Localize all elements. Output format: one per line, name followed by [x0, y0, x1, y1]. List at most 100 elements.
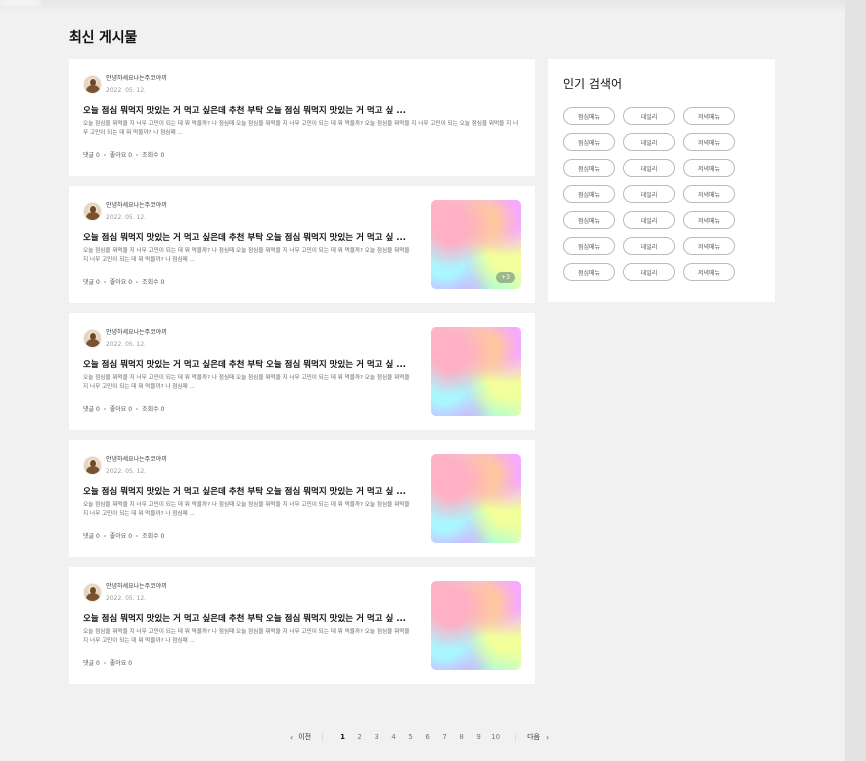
page-3-button[interactable]: 3: [368, 733, 385, 741]
popular-search-panel: 인기 검색어 점심메뉴 데일리 저녁메뉴 점심메뉴 데일리 저녁메뉴 점심메뉴 데일리 저녁메뉴…: [548, 59, 775, 302]
avatar: [83, 329, 102, 348]
separator-dot: [136, 153, 139, 156]
view-count: 조회수 0: [142, 533, 165, 540]
post-author: 안녕하세요나는주코야끼 2022. 05. 12.: [83, 200, 167, 223]
post-thumbnail[interactable]: [431, 327, 521, 416]
search-tag[interactable]: 저녁메뉴: [683, 263, 735, 281]
pagination: ‹ 이전 1 2 3 4 5 6 7 8 9 10 다음 ›: [290, 732, 549, 742]
comment-count: 댓글 0: [83, 152, 100, 159]
page-10-button[interactable]: 10: [487, 733, 504, 741]
search-tag[interactable]: 점심메뉴: [563, 185, 615, 203]
search-tag[interactable]: 데일리: [623, 159, 675, 177]
avatar: [83, 583, 102, 602]
page-4-button[interactable]: 4: [385, 733, 402, 741]
separator-dot: [103, 407, 106, 410]
section-title: 최신 게시물: [69, 30, 138, 46]
search-tag[interactable]: 저녁메뉴: [683, 133, 735, 151]
comment-count: 댓글 0: [83, 660, 100, 667]
author-info: 안녕하세요나는주코야끼 2022. 05. 12.: [106, 327, 167, 350]
separator-dot: [136, 407, 139, 410]
popular-search-title: 인기 검색어: [563, 77, 623, 91]
comment-count: 댓글 0: [83, 533, 100, 540]
post-date: 2022. 05. 12.: [106, 468, 147, 475]
chevron-right-icon: ›: [545, 732, 550, 742]
tag-list: 점심메뉴 데일리 저녁메뉴 점심메뉴 데일리 저녁메뉴 점심메뉴 데일리 저녁메뉴 점심메뉴 데일리…: [563, 107, 735, 281]
author-info: 안녕하세요나는주코야끼 2022. 05. 12.: [106, 581, 167, 604]
top-shadow: [0, 0, 845, 14]
search-tag[interactable]: 데일리: [623, 237, 675, 255]
post-title[interactable]: 오늘 점심 뭐먹지 맛있는 거 먹고 싶은데 추천 부탁 오늘 점심 뭐먹지 맛…: [83, 231, 413, 243]
page-1-button[interactable]: 1: [334, 733, 351, 741]
search-tag[interactable]: 점심메뉴: [563, 237, 615, 255]
like-count: 좋아요 0: [109, 533, 133, 540]
post-excerpt: 오늘 점심을 뭐먹을 지 너무 고민이 되는 데 뭐 먹을까? 나 점심때 오늘…: [83, 248, 410, 263]
post-card[interactable]: 안녕하세요나는주코야끼 2022. 05. 12. 오늘 점심 뭐먹지 맛있는 …: [69, 59, 535, 176]
divider: [515, 732, 517, 742]
author-name: 안녕하세요나는주코야끼: [106, 75, 167, 82]
search-tag[interactable]: 점심메뉴: [563, 263, 615, 281]
post-author: 안녕하세요나는주코야끼 2022. 05. 12.: [83, 454, 167, 477]
post-excerpt: 오늘 점심을 뭐먹을 지 너무 고민이 되는 데 뭐 먹을까? 나 점심때 오늘…: [83, 629, 410, 644]
post-card[interactable]: 안녕하세요나는주코야끼 2022. 05. 12. 오늘 점심 뭐먹지 맛있는 …: [69, 313, 535, 430]
post-stats: 댓글 0 좋아요 0 조회수 0: [83, 404, 164, 413]
post-date: 2022. 05. 12.: [106, 595, 147, 602]
post-thumbnail[interactable]: [431, 454, 521, 543]
like-count: 좋아요 0: [109, 152, 133, 159]
search-tag[interactable]: 점심메뉴: [563, 133, 615, 151]
post-thumbnail[interactable]: +3: [431, 200, 521, 289]
search-tag[interactable]: 점심메뉴: [563, 211, 615, 229]
page-2-button[interactable]: 2: [351, 733, 368, 741]
prev-page-button[interactable]: ‹ 이전: [290, 732, 311, 742]
post-card[interactable]: 안녕하세요나는주코야끼 2022. 05. 12. 오늘 점심 뭐먹지 맛있는 …: [69, 440, 535, 557]
search-tag[interactable]: 저녁메뉴: [683, 185, 735, 203]
search-tag[interactable]: 데일리: [623, 211, 675, 229]
scrollbar-track[interactable]: [845, 0, 866, 761]
post-title[interactable]: 오늘 점심 뭐먹지 맛있는 거 먹고 싶은데 추천 부탁 오늘 점심 뭐먹지 맛…: [83, 612, 413, 624]
post-card[interactable]: 안녕하세요나는주코야끼 2022. 05. 12. 오늘 점심 뭐먹지 맛있는 …: [69, 567, 535, 684]
next-page-button[interactable]: 다음 ›: [527, 732, 549, 742]
separator-dot: [103, 153, 106, 156]
post-author: 안녕하세요나는주코야끼 2022. 05. 12.: [83, 327, 167, 350]
separator-dot: [103, 661, 106, 664]
separator-dot: [103, 534, 106, 537]
search-tag[interactable]: 데일리: [623, 185, 675, 203]
search-tag[interactable]: 데일리: [623, 107, 675, 125]
post-stats: 댓글 0 좋아요 0 조회수 0: [83, 531, 164, 540]
view-count: 조회수 0: [142, 152, 165, 159]
author-name: 안녕하세요나는주코야끼: [106, 583, 167, 590]
search-tag[interactable]: 저녁메뉴: [683, 237, 735, 255]
page-9-button[interactable]: 9: [470, 733, 487, 741]
search-tag[interactable]: 점심메뉴: [563, 107, 615, 125]
comment-count: 댓글 0: [83, 279, 100, 286]
page-6-button[interactable]: 6: [419, 733, 436, 741]
post-title[interactable]: 오늘 점심 뭐먹지 맛있는 거 먹고 싶은데 추천 부탁 오늘 점심 뭐먹지 맛…: [83, 485, 413, 497]
avatar: [83, 75, 102, 94]
post-author: 안녕하세요나는주코야끼 2022. 05. 12.: [83, 73, 167, 96]
search-tag[interactable]: 저녁메뉴: [683, 159, 735, 177]
author-info: 안녕하세요나는주코야끼 2022. 05. 12.: [106, 200, 167, 223]
search-tag[interactable]: 저녁메뉴: [683, 211, 735, 229]
search-tag[interactable]: 데일리: [623, 263, 675, 281]
post-stats: 댓글 0 좋아요 0: [83, 658, 132, 667]
page-5-button[interactable]: 5: [402, 733, 419, 741]
post-title[interactable]: 오늘 점심 뭐먹지 맛있는 거 먹고 싶은데 추천 부탁 오늘 점심 뭐먹지 맛…: [83, 358, 413, 370]
like-count: 좋아요 0: [109, 279, 133, 286]
author-info: 안녕하세요나는주코야끼 2022. 05. 12.: [106, 73, 167, 96]
post-author: 안녕하세요나는주코야끼 2022. 05. 12.: [83, 581, 167, 604]
post-title[interactable]: 오늘 점심 뭐먹지 맛있는 거 먹고 싶은데 추천 부탁 오늘 점심 뭐먹지 맛…: [83, 104, 523, 116]
post-thumbnail[interactable]: [431, 581, 521, 670]
page-7-button[interactable]: 7: [436, 733, 453, 741]
author-name: 안녕하세요나는주코야끼: [106, 329, 167, 336]
search-tag[interactable]: 데일리: [623, 133, 675, 151]
post-card[interactable]: 안녕하세요나는주코야끼 2022. 05. 12. 오늘 점심 뭐먹지 맛있는 …: [69, 186, 535, 303]
post-excerpt: 오늘 점심을 뭐먹을 지 너무 고민이 되는 데 뭐 먹을까? 나 점심때 오늘…: [83, 375, 410, 390]
search-tag[interactable]: 저녁메뉴: [683, 107, 735, 125]
extra-images-badge: +3: [496, 272, 515, 283]
view-count: 조회수 0: [142, 406, 165, 413]
avatar: [83, 456, 102, 475]
page-numbers: 1 2 3 4 5 6 7 8 9 10: [334, 733, 504, 741]
prev-page-label: 이전: [298, 733, 312, 741]
post-date: 2022. 05. 12.: [106, 341, 147, 348]
page-8-button[interactable]: 8: [453, 733, 470, 741]
search-tag[interactable]: 점심메뉴: [563, 159, 615, 177]
